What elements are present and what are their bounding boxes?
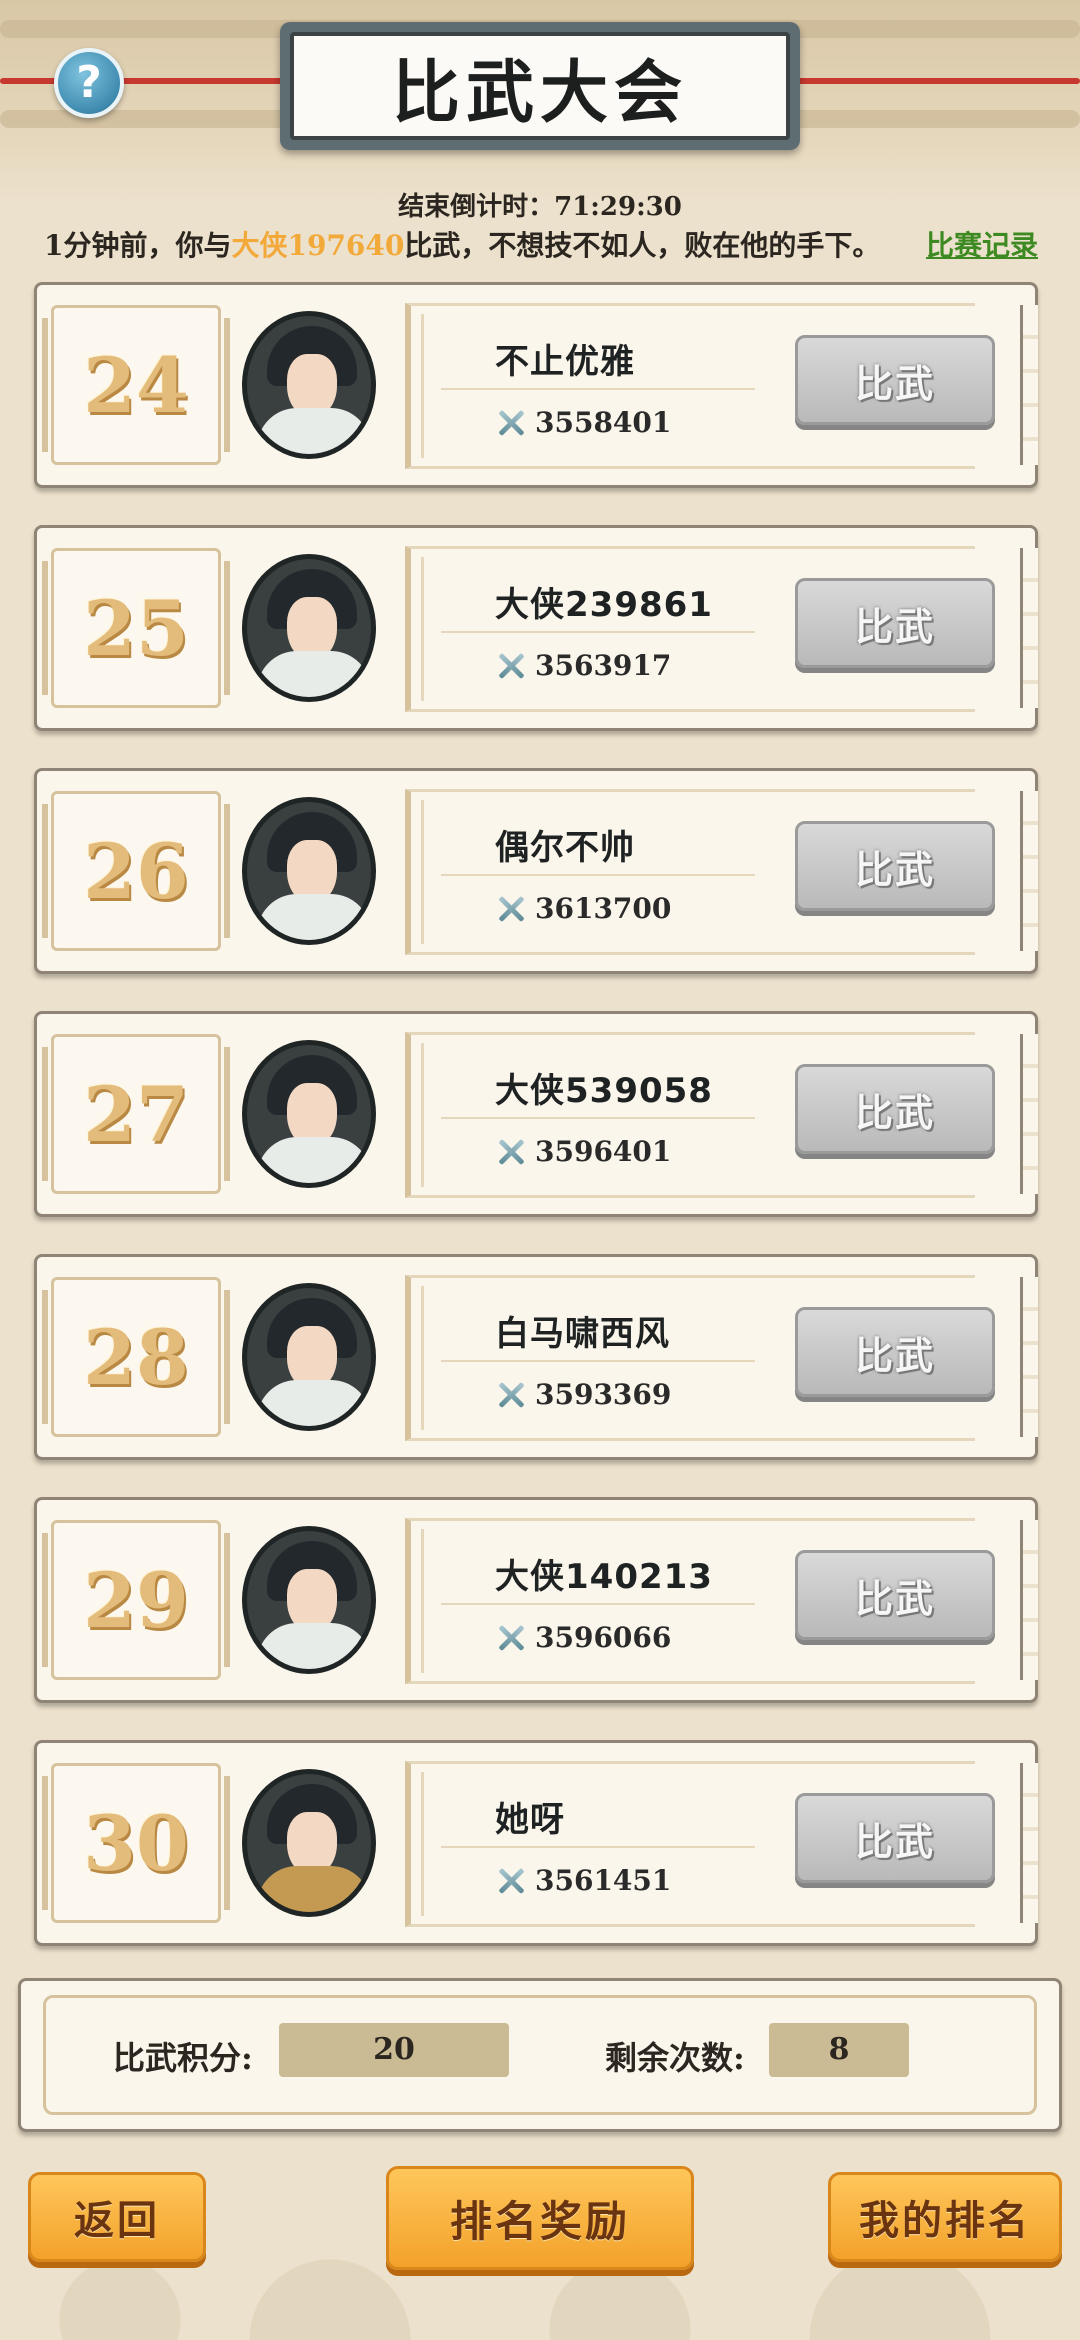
help-button[interactable]: ? — [54, 48, 124, 118]
player-row: 27 大侠539058 3596401 比武 — [34, 1011, 1038, 1217]
power-stat: 3613700 — [495, 892, 671, 925]
crossed-swords-icon — [495, 893, 527, 925]
scroll-edge-decoration — [1020, 1763, 1038, 1923]
rank-frame: 26 — [42, 791, 230, 951]
rank-number: 28 — [83, 1312, 189, 1402]
player-name: 偶尔不帅 — [495, 828, 635, 868]
swordswoman-icon[interactable] — [242, 1769, 376, 1917]
scroll-edge-decoration — [1020, 1034, 1038, 1194]
news-prefix: 1分钟前，你与 — [44, 229, 232, 262]
scroll-edge-decoration — [1020, 305, 1038, 465]
rank-number: 27 — [83, 1069, 189, 1159]
scroll-edge-decoration — [1020, 791, 1038, 951]
player-row: 26 偶尔不帅 3613700 比武 — [34, 768, 1038, 974]
points-value: 20 — [279, 2023, 509, 2077]
player-name: 不止优雅 — [495, 342, 635, 382]
divider — [441, 1360, 755, 1362]
power-value: 3596066 — [535, 1621, 672, 1654]
player-row: 30 她呀 3561451 比武 — [34, 1740, 1038, 1946]
scroll-edge-decoration — [1020, 548, 1038, 708]
fight-button[interactable]: 比武 — [795, 1307, 995, 1397]
points-label: 比武积分: — [113, 2039, 253, 2077]
fight-button[interactable]: 比武 — [795, 1550, 995, 1640]
player-row: 28 白马啸西风 3593369 比武 — [34, 1254, 1038, 1460]
divider — [441, 1603, 755, 1605]
power-value: 3596401 — [535, 1135, 672, 1168]
countdown-value: 71:29:30 — [554, 192, 682, 222]
player-name: 大侠140213 — [495, 1557, 713, 1597]
scroll-edge-decoration — [1020, 1520, 1038, 1680]
news-suffix: 比武，不想技不如人，败在他的手下。 — [404, 229, 881, 262]
power-stat: 3596401 — [495, 1135, 671, 1168]
fight-button[interactable]: 比武 — [795, 578, 995, 668]
power-value: 3613700 — [535, 892, 672, 925]
divider — [441, 1117, 755, 1119]
rank-frame: 25 — [42, 548, 230, 708]
rank-frame: 30 — [42, 1763, 230, 1923]
rank-reward-button[interactable]: 排名奖励 — [386, 2166, 694, 2270]
power-value: 3561451 — [535, 1864, 672, 1897]
remaining-label: 剩余次数: — [605, 2039, 745, 2077]
player-row: 25 大侠239861 3563917 比武 — [34, 525, 1038, 731]
remaining-value: 8 — [769, 2023, 909, 2077]
swordsman-icon[interactable] — [242, 554, 376, 702]
power-value: 3593369 — [535, 1378, 672, 1411]
rank-number: 25 — [83, 583, 189, 673]
player-name: 大侠239861 — [495, 585, 713, 625]
divider — [441, 1846, 755, 1848]
crossed-swords-icon — [495, 1379, 527, 1411]
rank-number: 26 — [83, 826, 189, 916]
power-stat: 3596066 — [495, 1621, 671, 1654]
swordsman-icon[interactable] — [242, 311, 376, 459]
battle-news: 1分钟前，你与大侠197640比武，不想技不如人，败在他的手下。 比赛记录 — [44, 224, 1044, 264]
power-stat: 3561451 — [495, 1864, 671, 1897]
rank-frame: 27 — [42, 1034, 230, 1194]
page-title: 比武大会 — [290, 32, 790, 140]
countdown-timer: 结束倒计时：71:29:30 — [0, 186, 1080, 223]
player-row: 29 大侠140213 3596066 比武 — [34, 1497, 1038, 1703]
swordsman-icon[interactable] — [242, 1040, 376, 1188]
news-opponent: 大侠197640 — [231, 229, 405, 262]
player-name: 她呀 — [495, 1800, 565, 1840]
player-name: 大侠539058 — [495, 1071, 713, 1111]
power-stat: 3558401 — [495, 406, 671, 439]
power-value: 3563917 — [535, 649, 672, 682]
ranking-list: 24 不止优雅 3558401 比武 25 大侠239861 3563917 比… — [34, 282, 1038, 1983]
rank-number: 30 — [83, 1798, 189, 1888]
divider — [441, 631, 755, 633]
power-stat: 3563917 — [495, 649, 671, 682]
power-value: 3558401 — [535, 406, 672, 439]
crossed-swords-icon — [495, 1622, 527, 1654]
fight-button[interactable]: 比武 — [795, 1064, 995, 1154]
crossed-swords-icon — [495, 1136, 527, 1168]
player-row: 24 不止优雅 3558401 比武 — [34, 282, 1038, 488]
crossed-swords-icon — [495, 407, 527, 439]
swordsman-icon[interactable] — [242, 1283, 376, 1431]
crossed-swords-icon — [495, 1865, 527, 1897]
countdown-label: 结束倒计时： — [398, 192, 555, 222]
match-record-link[interactable]: 比赛记录 — [926, 224, 1038, 264]
swordsman-icon[interactable] — [242, 1526, 376, 1674]
player-name: 白马啸西风 — [495, 1314, 670, 1354]
swordsman-icon[interactable] — [242, 797, 376, 945]
back-button[interactable]: 返回 — [28, 2172, 206, 2262]
rank-number: 29 — [83, 1555, 189, 1645]
power-stat: 3593369 — [495, 1378, 671, 1411]
rank-frame: 24 — [42, 305, 230, 465]
fight-button[interactable]: 比武 — [795, 335, 995, 425]
rank-frame: 29 — [42, 1520, 230, 1680]
stats-panel: 比武积分: 20 剩余次数: 8 — [18, 1978, 1062, 2132]
my-rank-button[interactable]: 我的排名 — [828, 2172, 1062, 2262]
rank-frame: 28 — [42, 1277, 230, 1437]
fight-button[interactable]: 比武 — [795, 821, 995, 911]
crossed-swords-icon — [495, 650, 527, 682]
divider — [441, 388, 755, 390]
rank-number: 24 — [83, 340, 189, 430]
divider — [441, 874, 755, 876]
fight-button[interactable]: 比武 — [795, 1793, 995, 1883]
question-mark-icon: ? — [76, 57, 102, 108]
title-plaque: 比武大会 — [280, 22, 800, 150]
scroll-edge-decoration — [1020, 1277, 1038, 1437]
